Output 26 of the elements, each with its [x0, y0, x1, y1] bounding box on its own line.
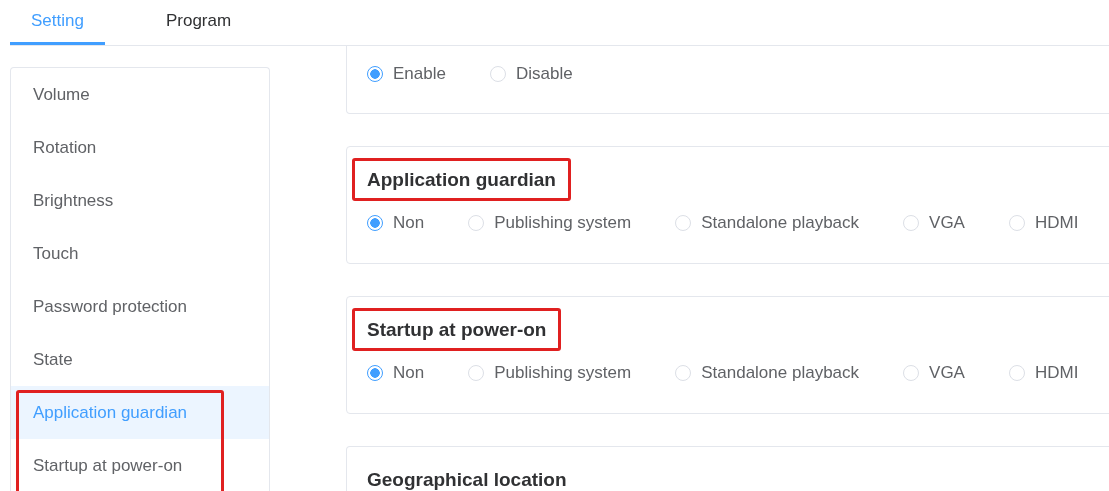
tab[interactable]: Program — [144, 0, 253, 45]
radio-option[interactable]: Standalone playback — [675, 363, 860, 383]
radio-option[interactable]: HDMI — [1008, 213, 1079, 233]
sidebar-item[interactable]: State — [11, 333, 269, 386]
radio-option[interactable]: Publishing system — [468, 213, 632, 233]
radio-button[interactable] — [367, 215, 383, 231]
section-title: Startup at power-on — [367, 318, 547, 342]
radio-option[interactable]: Disable — [489, 64, 573, 84]
section-title: Geographical location — [367, 468, 567, 491]
radio-option[interactable]: Enable — [367, 64, 446, 84]
radio-option[interactable]: VGA — [903, 213, 965, 233]
radio-option[interactable]: VGA — [903, 363, 965, 383]
radio-option[interactable]: Publishing system — [468, 363, 632, 383]
sidebar-item[interactable]: Volume — [11, 68, 269, 121]
radio-button[interactable] — [367, 365, 383, 381]
radio-option[interactable]: HDMI — [1008, 363, 1079, 383]
sidebar-item[interactable]: Touch — [11, 227, 269, 280]
radio-option[interactable]: Standalone playback — [675, 213, 860, 233]
sidebar-item[interactable]: Password protection — [11, 280, 269, 333]
radio-option[interactable]: Non — [367, 363, 425, 383]
sidebar-item[interactable]: Startup at power-on — [11, 439, 269, 491]
radio-option[interactable]: Non — [367, 213, 425, 233]
sidebar-item[interactable]: Rotation — [11, 121, 269, 174]
sidebar-item[interactable]: Brightness — [11, 174, 269, 227]
section-title: Application guardian — [367, 168, 556, 192]
radio-button[interactable] — [367, 66, 383, 82]
